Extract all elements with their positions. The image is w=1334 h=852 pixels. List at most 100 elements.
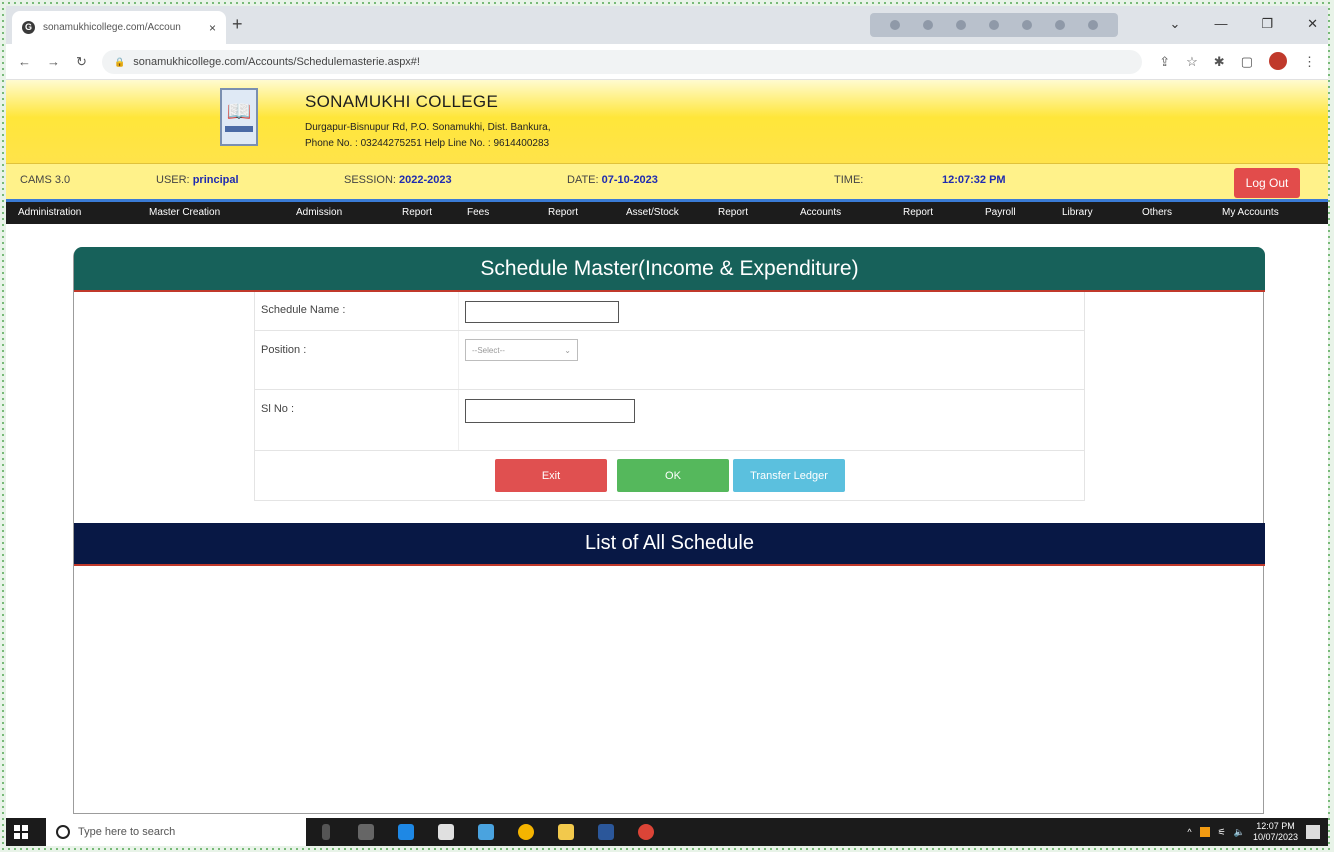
- schedule-name-label: Schedule Name :: [261, 304, 346, 316]
- sl-no-input[interactable]: [465, 399, 635, 423]
- extension-icon[interactable]: [922, 20, 933, 30]
- menu-report[interactable]: Report: [718, 207, 748, 218]
- user-value: principal: [192, 174, 239, 186]
- windows-taskbar: Type here to search ^ ⚟ 🔈 12:07 PM 10/07…: [6, 818, 1328, 846]
- user-info: USER: principal: [156, 174, 239, 186]
- chrome-icon[interactable]: [518, 824, 534, 840]
- system-tray: ^ ⚟ 🔈 12:07 PM 10/07/2023: [1187, 821, 1320, 843]
- clock-time: 12:07 PM: [1256, 821, 1295, 831]
- transfer-ledger-button[interactable]: Transfer Ledger: [733, 459, 845, 492]
- extension-icon[interactable]: [1088, 20, 1099, 30]
- cortana-icon: [56, 825, 70, 839]
- window-controls: ⌄ — ❐ ✕: [1170, 16, 1318, 32]
- close-window-icon[interactable]: ✕: [1307, 16, 1318, 32]
- menu-administration[interactable]: Administration: [18, 207, 81, 218]
- network-icon[interactable]: ⚟: [1218, 827, 1226, 838]
- taskbar-search[interactable]: Type here to search: [46, 818, 306, 846]
- extensions-puzzle-icon[interactable]: ✱: [1214, 54, 1225, 70]
- tab-strip: G sonamukhicollege.com/Accoun × + ⌄ — ❐ …: [6, 6, 1328, 44]
- position-row: Position : --Select-- ⌄: [255, 331, 1084, 390]
- schedule-name-row: Schedule Name :: [255, 292, 1084, 331]
- tab-close-icon[interactable]: ×: [209, 21, 216, 35]
- share-icon[interactable]: ⇪: [1159, 54, 1170, 70]
- tab-search-icon[interactable]: ⌄: [1170, 16, 1181, 32]
- browser-tab[interactable]: G sonamukhicollege.com/Accoun ×: [12, 11, 226, 44]
- schedule-list-title: List of All Schedule: [74, 523, 1265, 566]
- position-select[interactable]: --Select-- ⌄: [465, 339, 578, 361]
- sl-no-row: Sl No :: [255, 390, 1084, 451]
- time-value: 12:07:32 PM: [942, 174, 1006, 186]
- mail-icon[interactable]: [478, 824, 494, 840]
- extension-icon[interactable]: [988, 20, 999, 30]
- schedule-name-input[interactable]: [465, 301, 619, 323]
- windows-start-icon[interactable]: [14, 825, 28, 839]
- menu-report[interactable]: Report: [903, 207, 933, 218]
- position-label: Position :: [261, 344, 307, 356]
- extension-strip: [870, 13, 1118, 37]
- menu-my-accounts[interactable]: My Accounts: [1222, 207, 1279, 218]
- schedule-master-panel: Schedule Master(Income & Expenditure) Sc…: [73, 247, 1265, 814]
- sl-no-label: Sl No :: [261, 403, 295, 415]
- forward-icon[interactable]: →: [47, 54, 60, 70]
- profile-avatar[interactable]: [1269, 52, 1287, 70]
- maximize-icon[interactable]: ❐: [1261, 16, 1273, 32]
- task-view-icon[interactable]: [358, 824, 374, 840]
- menu-report[interactable]: Report: [548, 207, 578, 218]
- menu-fees[interactable]: Fees: [467, 207, 489, 218]
- google-favicon-icon: G: [22, 21, 35, 34]
- session-info: SESSION: 2022-2023: [344, 174, 452, 186]
- minimize-icon[interactable]: —: [1214, 16, 1227, 32]
- notifications-icon[interactable]: [1306, 825, 1320, 839]
- main-menu: Administration Master Creation Admission…: [6, 199, 1328, 224]
- word-icon[interactable]: [598, 824, 614, 840]
- bookmark-star-icon[interactable]: ☆: [1186, 54, 1198, 70]
- date-info: DATE: 07-10-2023: [567, 174, 658, 186]
- browser-toolbar: ← → ↻ 🔒 sonamukhicollege.com/Accounts/Sc…: [6, 44, 1328, 80]
- logo-ribbon: [225, 126, 253, 132]
- tab-title: sonamukhicollege.com/Accoun: [43, 22, 181, 33]
- exit-button[interactable]: Exit: [495, 459, 607, 492]
- file-explorer-icon[interactable]: [558, 824, 574, 840]
- book-emblem-icon: 📖: [226, 101, 252, 123]
- session-value: 2022-2023: [399, 174, 452, 186]
- menu-asset-stock[interactable]: Asset/Stock: [626, 207, 679, 218]
- menu-others[interactable]: Others: [1142, 207, 1172, 218]
- side-panel-icon[interactable]: ▢: [1241, 54, 1253, 70]
- edge-icon[interactable]: [398, 824, 414, 840]
- college-logo: 📖: [220, 88, 258, 146]
- menu-admission[interactable]: Admission: [296, 207, 342, 218]
- ok-button[interactable]: OK: [617, 459, 729, 492]
- extension-icon[interactable]: [889, 20, 900, 30]
- menu-accounts[interactable]: Accounts: [800, 207, 841, 218]
- college-phone: Phone No. : 03244275251 Help Line No. : …: [305, 138, 550, 149]
- chevron-down-icon: ⌄: [564, 345, 571, 355]
- address-bar[interactable]: 🔒 sonamukhicollege.com/Accounts/Schedule…: [102, 50, 1142, 74]
- extension-icon[interactable]: [955, 20, 966, 30]
- lock-icon[interactable]: 🔒: [114, 57, 125, 68]
- volume-icon[interactable]: 🔈: [1234, 827, 1245, 838]
- chrome-active-icon[interactable]: [638, 824, 654, 840]
- menu-payroll[interactable]: Payroll: [985, 207, 1016, 218]
- menu-master-creation[interactable]: Master Creation: [149, 207, 220, 218]
- cams-version: CAMS 3.0: [20, 174, 71, 186]
- tray-chevron-icon[interactable]: ^: [1187, 827, 1191, 837]
- extension-icon[interactable]: [1022, 20, 1033, 30]
- menu-report[interactable]: Report: [402, 207, 432, 218]
- menu-kebab-icon[interactable]: ⋮: [1303, 54, 1316, 70]
- reload-icon[interactable]: ↻: [76, 54, 87, 70]
- taskbar-clock[interactable]: 12:07 PM 10/07/2023: [1253, 821, 1298, 843]
- logout-button[interactable]: Log Out: [1234, 168, 1300, 198]
- college-address: Durgapur-Bisnupur Rd, P.O. Sonamukhi, Di…: [305, 122, 551, 133]
- time-label: TIME:: [834, 174, 864, 186]
- menu-library[interactable]: Library: [1062, 207, 1093, 218]
- new-tab-button[interactable]: +: [232, 14, 243, 35]
- date-value: 07-10-2023: [601, 174, 658, 186]
- schedule-form: Schedule Name : Position : --Select-- ⌄ …: [254, 292, 1085, 501]
- clock-date: 10/07/2023: [1252, 832, 1298, 842]
- tray-app-icon[interactable]: [1199, 827, 1210, 837]
- session-info-bar: CAMS 3.0 USER: principal SESSION: 2022-2…: [6, 163, 1328, 199]
- store-icon[interactable]: [438, 824, 454, 840]
- microphone-icon[interactable]: [322, 824, 330, 840]
- back-icon[interactable]: ←: [18, 54, 31, 70]
- extension-icon[interactable]: [1055, 20, 1066, 30]
